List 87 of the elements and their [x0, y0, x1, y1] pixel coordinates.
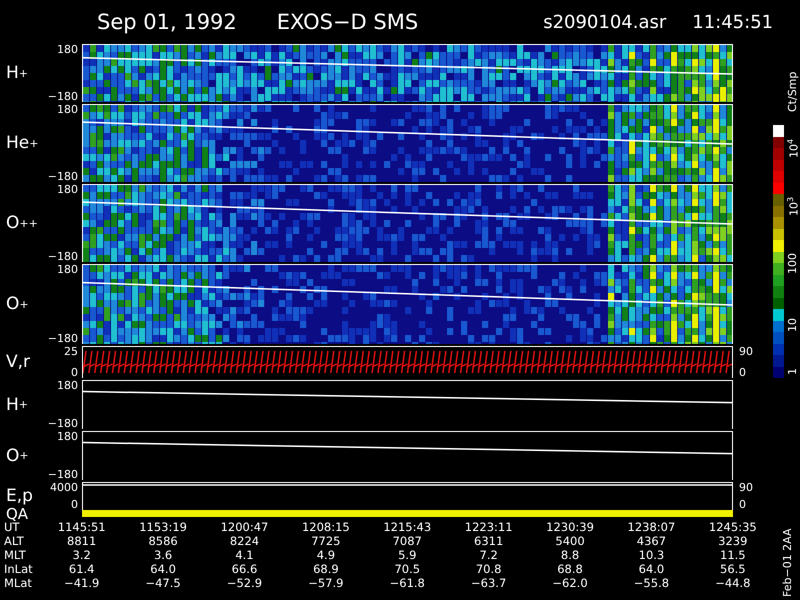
table-cell-text: −44.8	[714, 576, 752, 590]
table-cell-text: −41.9	[63, 576, 100, 590]
axis-tick-label: 90	[739, 346, 753, 357]
date-title: Sep 01, 1992	[97, 10, 237, 34]
table-cell-text: 64.0	[149, 562, 177, 576]
row-label: ALT	[3, 534, 25, 548]
axis-tick-label: −180	[48, 469, 78, 480]
table-cell-text: 10.3	[638, 548, 666, 562]
table-cell-text: 5.9	[397, 548, 418, 562]
table-cell-text: 1245:35	[708, 520, 758, 534]
table-cell-text: −55.8	[632, 576, 670, 590]
table-cell-text: 3239	[717, 534, 748, 548]
row-label: MLT	[3, 548, 27, 562]
table-cell-text: 1223:11	[464, 520, 514, 534]
table-cell-text: 4.1	[234, 548, 255, 562]
table-cell-text: 1238:07	[626, 520, 676, 534]
table-cell-text: 7087	[392, 534, 423, 548]
axis-tick-label: −180	[48, 251, 78, 262]
table-cell-text: 8811	[66, 534, 98, 548]
table-cell-text: 3.6	[152, 548, 174, 562]
axis-tick-label: −180	[48, 333, 78, 344]
color-scale-label: 1	[786, 368, 799, 375]
table-cell-text: 4.9	[316, 548, 336, 562]
axis-tick-label: 0	[71, 499, 78, 510]
axis-tick-label: 25	[64, 346, 78, 357]
axis-tick-label: 90	[739, 482, 753, 493]
axis-tick-label: 180	[57, 104, 78, 115]
table-cell-text: 5400	[554, 534, 586, 548]
axis-tick-label: 0	[739, 367, 746, 378]
table-cell-text: 11.5	[719, 548, 747, 562]
table-cell-text: 1208:15	[300, 520, 351, 534]
table-cell-text: 1215:43	[382, 520, 432, 534]
axis-tick-label: 180	[57, 44, 78, 55]
panel-label: E,p	[5, 485, 34, 508]
axis-tick-label: 180	[57, 380, 78, 391]
axis-tick-label: −180	[48, 418, 78, 429]
axis-tick-label: 4000	[50, 482, 78, 493]
axis-tick-label: 180	[57, 264, 78, 275]
table-cell-text: 70.8	[474, 562, 502, 576]
panel-label: H$^{+}$	[5, 62, 30, 85]
table-cell-text: 1145:51	[56, 520, 107, 534]
table-cell-text: 68.8	[556, 562, 584, 576]
axis-tick-label: 180	[57, 184, 78, 195]
table-cell-text: 66.6	[230, 562, 258, 576]
table-cell-text: 8.8	[560, 548, 580, 562]
table-cell-text: −52.9	[226, 576, 264, 590]
table-cell-text: 56.5	[719, 562, 747, 576]
axis-tick-label: 180	[57, 431, 78, 442]
table-cell-text: 1230:39	[545, 520, 595, 534]
panel-label: O$^{++}$	[5, 212, 39, 235]
table-cell-text: 6311	[473, 534, 504, 548]
table-cell-text: −63.7	[470, 576, 508, 590]
table-cell-text: 1200:47	[220, 520, 270, 534]
file-name: s2090104.asr	[543, 12, 666, 32]
panel-label: O$^{+}$	[5, 444, 30, 468]
color-scale-label: 100	[786, 253, 799, 274]
time-title: 11:45:51	[692, 12, 774, 32]
table-cell-text: 7.2	[478, 548, 499, 562]
table-cell-text: 4367	[636, 534, 668, 548]
table-cell-text: 64.0	[638, 562, 666, 576]
table-cell-text: 7725	[310, 534, 342, 548]
table-cell-text: −47.5	[144, 576, 182, 590]
row-label: UT	[3, 520, 20, 534]
axis-tick-label: 0	[71, 367, 78, 378]
footer-note: Feb−01 2AA	[781, 528, 794, 597]
row-label: InLat	[3, 562, 34, 576]
table-cell-text: −61.8	[388, 576, 426, 590]
panel-label: O$^{+}$	[5, 293, 30, 316]
table-cell-text: 70.5	[393, 562, 422, 576]
axis-tick-label: −180	[48, 171, 78, 182]
panel-label: H$^{+}$	[5, 394, 30, 416]
table-cell-text: −62.0	[551, 576, 589, 590]
instrument-title: EXOS−D SMS	[276, 10, 418, 34]
table-cell-text: 8586	[147, 534, 179, 548]
table-cell-text: 3.2	[72, 548, 92, 562]
panel-label: He$^{+}$	[5, 132, 40, 155]
table-cell-text: 61.4	[68, 562, 96, 576]
axis-tick-label: −180	[48, 91, 78, 102]
table-cell-text: 68.9	[312, 562, 340, 576]
color-scale-label: 10	[786, 318, 799, 332]
panel-label: V,r	[5, 351, 32, 374]
color-scale-title: Ct/Smp	[786, 72, 799, 112]
table-cell-text: −57.9	[307, 576, 344, 590]
table-cell-text: 1153:19	[138, 520, 188, 534]
table-cell-text: 8224	[228, 534, 260, 548]
axis-tick-label: 0	[739, 499, 746, 510]
row-label: MLat	[3, 576, 33, 590]
